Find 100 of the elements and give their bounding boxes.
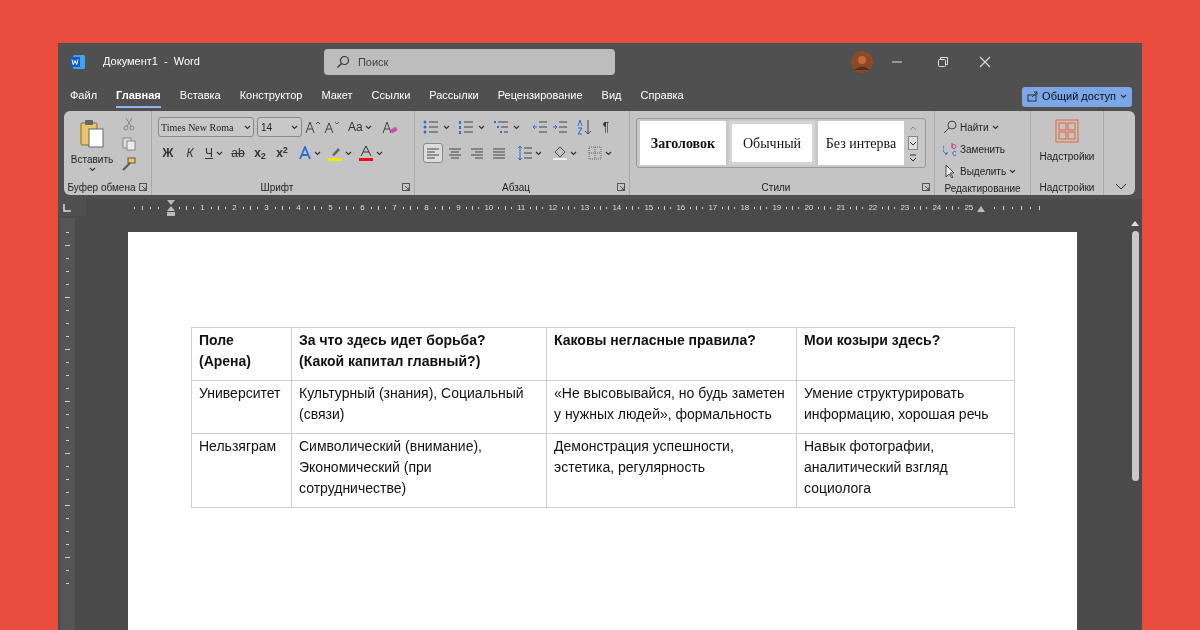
dialog-launcher-icon[interactable]: [139, 183, 147, 191]
ruler-tick: [242, 206, 244, 209]
table-cell: Умение структурировать информацию, хорошая речь: [796, 380, 1015, 434]
ruler-tick: [850, 206, 852, 209]
bold-button[interactable]: Ж: [158, 143, 178, 163]
ruler-tick: [888, 205, 890, 210]
caret-icon[interactable]: [364, 124, 372, 130]
caret-icon[interactable]: [570, 150, 577, 156]
search-field[interactable]: Поиск: [323, 48, 615, 75]
caret-icon[interactable]: [605, 150, 612, 156]
menu-tab[interactable]: Конструктор: [239, 85, 303, 108]
menu-tab[interactable]: Главная: [116, 85, 161, 108]
share-button[interactable]: Общий доступ: [1022, 86, 1132, 107]
grow-font-icon[interactable]: [305, 120, 321, 134]
ruler-tick: [914, 206, 916, 209]
pointer-icon[interactable]: [943, 164, 957, 178]
scrollbar-thumb[interactable]: [1131, 231, 1139, 481]
paste-button[interactable]: Вставить: [68, 117, 116, 179]
caret-icon[interactable]: [1009, 168, 1017, 174]
indent-marker-icon[interactable]: [165, 199, 176, 216]
font-color-icon[interactable]: [358, 145, 374, 161]
multilevel-list-icon[interactable]: [493, 119, 509, 135]
superscript-button[interactable]: x$^{2}$: [272, 143, 292, 163]
clear-formatting-icon[interactable]: [381, 119, 398, 135]
font-size-field[interactable]: 14: [257, 117, 302, 137]
format-painter-icon[interactable]: [122, 157, 136, 171]
ruler-tick: [66, 310, 69, 311]
change-case-button[interactable]: Aa: [345, 117, 375, 137]
style-tile[interactable]: Без интерва: [818, 121, 904, 165]
ruler-tick: [632, 205, 634, 210]
table-cell: «Не высовывайся, но будь заметен у нужных людей», формальность: [546, 380, 797, 434]
window-title: Документ1 - Word: [103, 54, 200, 70]
caret-icon[interactable]: [535, 150, 542, 156]
editing-button[interactable]: Заменить: [943, 139, 1017, 159]
ruler-tick: [562, 206, 564, 209]
caret-icon[interactable]: [478, 124, 485, 130]
word-logo-icon[interactable]: [70, 53, 86, 70]
tab-selector-icon[interactable]: [63, 203, 71, 212]
avatar-icon[interactable]: [850, 50, 873, 73]
caret-icon[interactable]: [513, 124, 520, 130]
close-icon[interactable]: [978, 55, 991, 68]
dialog-launcher-icon[interactable]: [617, 183, 625, 191]
ruler-tick: [66, 388, 69, 389]
style-tile[interactable]: Заголовок: [640, 121, 726, 165]
editing-button[interactable]: Найти: [943, 117, 1017, 137]
menu-tab[interactable]: Рассылки: [429, 85, 479, 108]
menu-tab[interactable]: Макет: [321, 85, 353, 108]
underline-button[interactable]: Ч: [202, 143, 226, 163]
ruler-tick: [66, 479, 69, 480]
sort-icon[interactable]: [576, 119, 592, 135]
subscript-button[interactable]: x$_{2}$: [250, 143, 270, 163]
scroll-down-icon[interactable]: [908, 136, 918, 150]
search-icon[interactable]: [943, 120, 957, 134]
shrink-font-icon[interactable]: [324, 120, 340, 134]
shading-icon[interactable]: [552, 145, 568, 161]
caret-icon[interactable]: [291, 124, 298, 130]
strikethrough-button[interactable]: ab: [228, 143, 248, 163]
italic-button[interactable]: К: [180, 143, 200, 163]
style-tile[interactable]: Обычный: [729, 121, 815, 165]
menu-tab[interactable]: Вставка: [179, 85, 221, 108]
caret-icon[interactable]: [991, 124, 999, 130]
clipboard-icon[interactable]: [79, 119, 105, 149]
ruler-tick: [594, 206, 596, 209]
dialog-launcher-icon[interactable]: [402, 183, 410, 191]
ruler-tick: [66, 518, 69, 519]
ruler-tick: [946, 206, 948, 209]
caret-icon[interactable]: [1120, 94, 1127, 99]
scroll-up-icon[interactable]: [1131, 220, 1139, 226]
caret-icon[interactable]: [345, 150, 352, 156]
caret-icon[interactable]: [443, 124, 450, 130]
menu-tab[interactable]: Вид: [601, 85, 622, 108]
addins-button[interactable]: Надстройки: [1035, 117, 1099, 179]
caret-icon[interactable]: [376, 150, 383, 156]
collapse-ribbon-icon[interactable]: [1115, 183, 1127, 191]
caret-icon[interactable]: [244, 124, 251, 130]
replace-icon[interactable]: [943, 142, 957, 156]
menu-tab[interactable]: Справка: [640, 85, 684, 108]
ruler-tick: [314, 205, 316, 210]
ruler-tick: [766, 206, 768, 209]
ruler-tick: [760, 205, 762, 210]
ruler-tick: [728, 205, 730, 210]
ruler-number: 10: [484, 202, 494, 213]
caret-icon[interactable]: [88, 167, 96, 172]
caret-icon[interactable]: [216, 150, 223, 156]
dialog-launcher-icon[interactable]: [922, 183, 930, 191]
menu-tab[interactable]: Файл: [70, 85, 98, 108]
group-label: Буфер обмена: [67, 180, 136, 195]
menu-tab[interactable]: Рецензирование: [497, 85, 583, 108]
editing-button[interactable]: Выделить: [943, 161, 1017, 181]
highlighter-icon[interactable]: [327, 145, 343, 161]
font-name-field[interactable]: Times New Roma: [158, 117, 254, 137]
restore-icon[interactable]: [936, 55, 949, 68]
caret-icon[interactable]: [314, 150, 321, 156]
ruler-number: 7: [392, 202, 397, 213]
ruler-tick: [65, 245, 70, 246]
show-formatting-button[interactable]: ¶: [596, 117, 616, 137]
share-icon[interactable]: [1027, 91, 1039, 102]
search-icon[interactable]: [335, 54, 350, 69]
menu-tab[interactable]: Ссылки: [371, 85, 411, 108]
ruler-tick: [417, 206, 419, 209]
